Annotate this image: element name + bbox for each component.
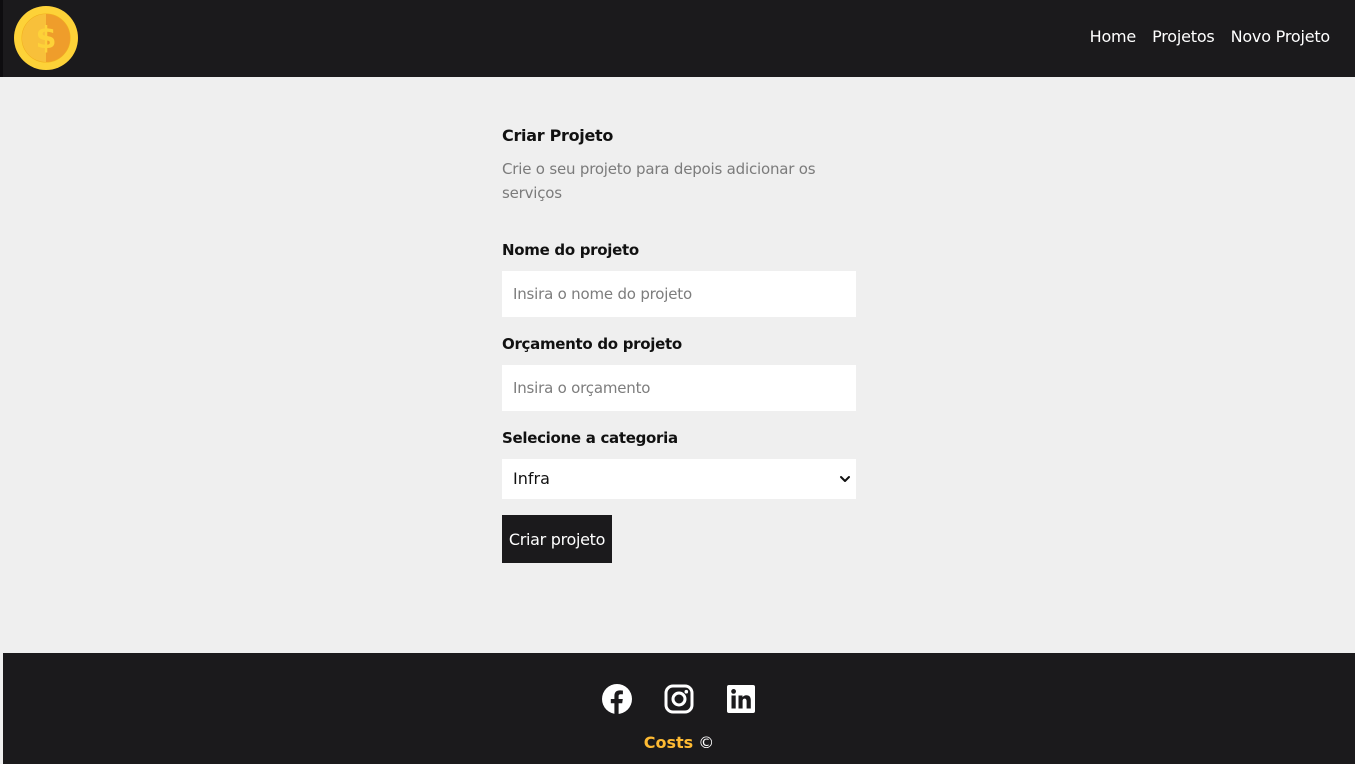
nav-link-projetos[interactable]: Projetos <box>1152 26 1215 48</box>
instagram-icon[interactable] <box>664 684 694 714</box>
page-subtitle: Crie o seu projeto para depois adicionar… <box>502 160 816 202</box>
create-project-button[interactable]: Criar projeto <box>502 515 612 563</box>
nav-link-novo-projeto[interactable]: Novo Projeto <box>1231 26 1331 48</box>
project-budget-label: Orçamento do projeto <box>502 335 682 353</box>
brand-name: Costs <box>643 733 694 752</box>
social-links <box>3 684 1355 714</box>
page-title: Criar Projeto <box>502 126 614 145</box>
category-selected-value: Infra <box>513 469 550 488</box>
project-name-input[interactable] <box>502 271 856 317</box>
nav-link-home[interactable]: Home <box>1090 26 1137 48</box>
svg-text:$: $ <box>36 21 57 56</box>
chevron-down-icon <box>840 476 850 482</box>
project-name-label: Nome do projeto <box>502 241 639 259</box>
main-nav: Home Projetos Novo Projeto <box>1090 26 1331 48</box>
facebook-icon[interactable] <box>602 684 632 714</box>
category-select[interactable]: Infra <box>502 459 856 499</box>
project-budget-input[interactable] <box>502 365 856 411</box>
footer: Costs © <box>3 653 1355 764</box>
main-content: Criar Projeto Crie o seu projeto para de… <box>3 77 1355 653</box>
linkedin-icon[interactable] <box>726 684 756 714</box>
dollar-coin-icon[interactable]: $ <box>13 5 79 71</box>
category-label: Selecione a categoria <box>502 429 678 447</box>
navbar: $ Home Projetos Novo Projeto <box>0 0 1355 77</box>
copyright: Costs © <box>3 732 1355 754</box>
copyright-symbol: © <box>698 733 715 752</box>
new-project-form: Criar Projeto Crie o seu projeto para de… <box>502 125 856 563</box>
